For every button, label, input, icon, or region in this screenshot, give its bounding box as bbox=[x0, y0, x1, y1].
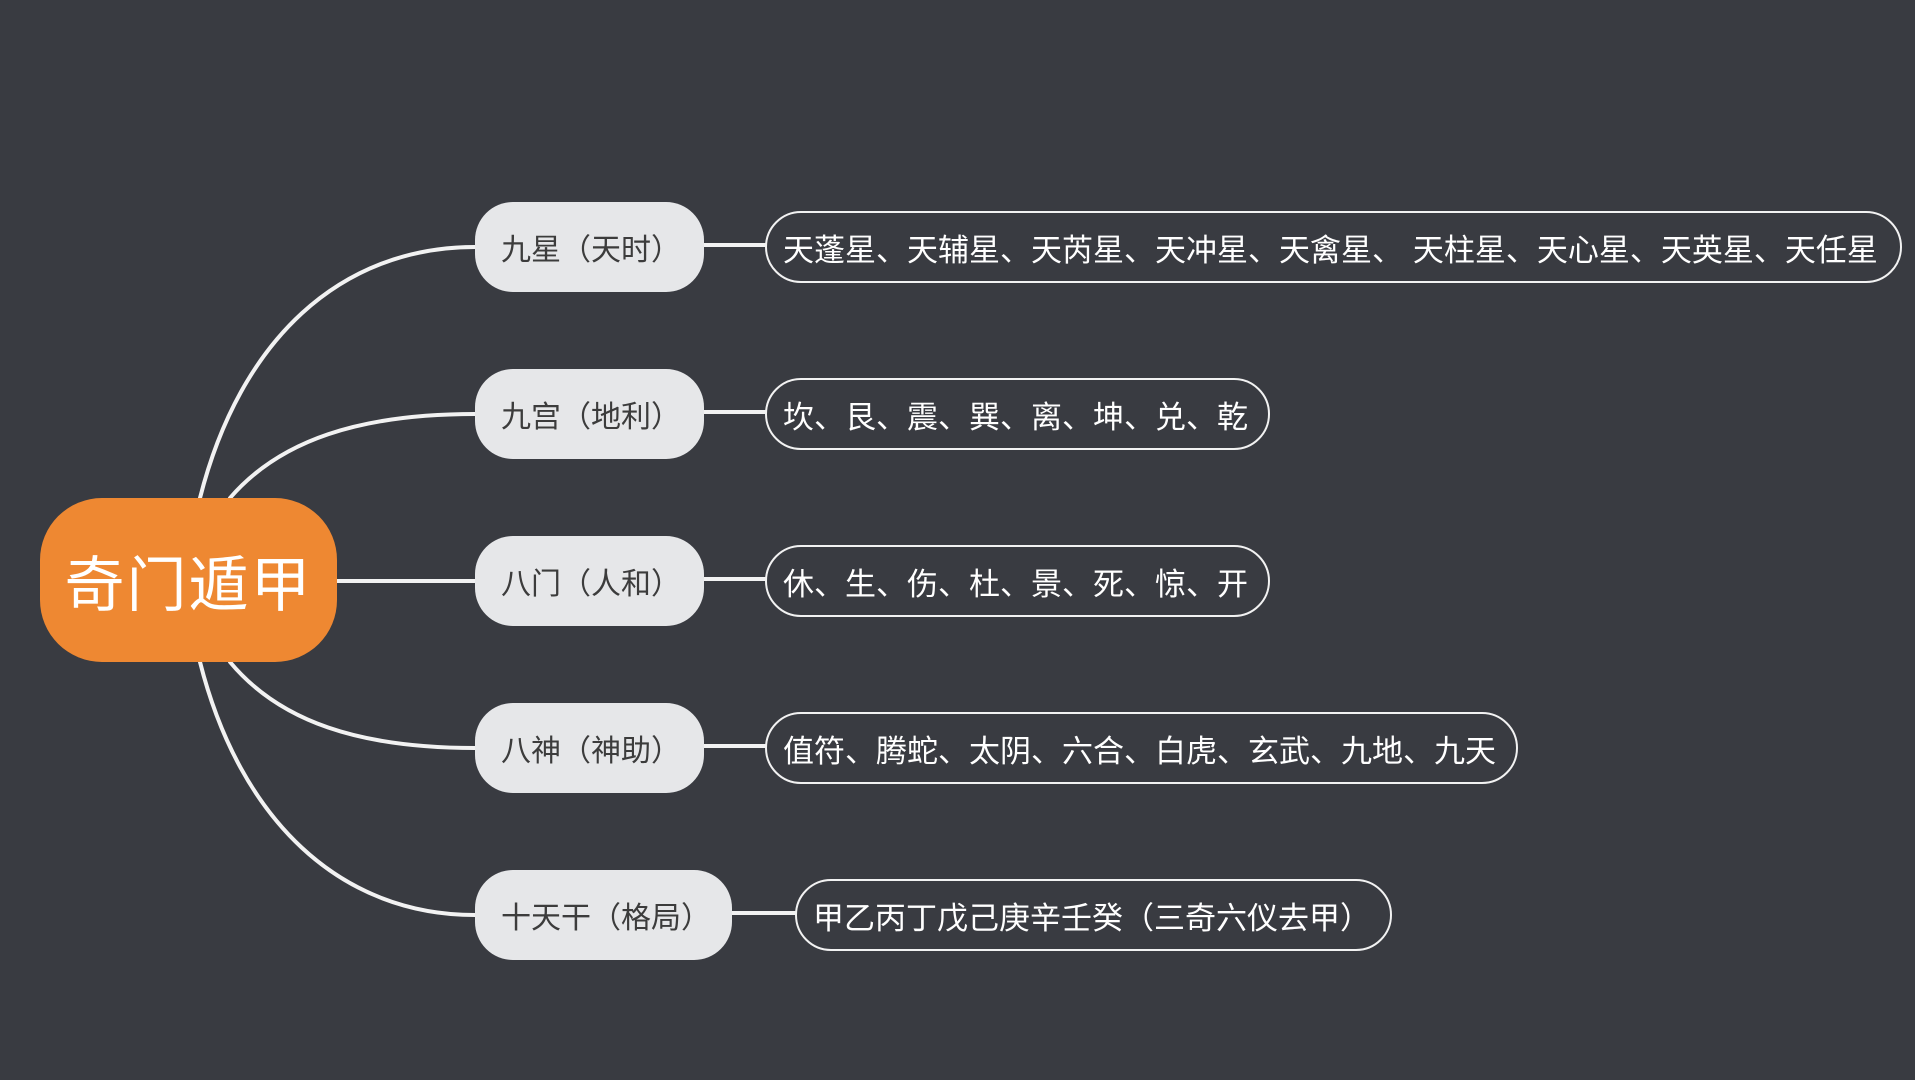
leaf-node-nine-palaces[interactable]: 坎、艮、震、巽、离、坤、兑、乾 bbox=[765, 378, 1270, 450]
branch-node-eight-gods[interactable]: 八神（神助） bbox=[475, 703, 704, 793]
connector-root-branch-4 bbox=[228, 660, 477, 750]
leaf-node-ten-stems[interactable]: 甲乙丙丁戊己庚辛壬癸（三奇六仪去甲） bbox=[795, 879, 1392, 951]
mind-map: 奇门遁甲 九星（天时） 九宫（地利） 八门（人和） 八神（神助） 十天干（格局）… bbox=[0, 0, 1915, 1080]
connector-root-branch-2 bbox=[228, 412, 477, 500]
leaf-node-eight-gates[interactable]: 休、生、伤、杜、景、死、惊、开 bbox=[765, 545, 1270, 617]
connector-root-branch-1 bbox=[198, 245, 477, 500]
branch-node-ten-stems[interactable]: 十天干（格局） bbox=[475, 870, 732, 960]
branch-node-nine-stars[interactable]: 九星（天时） bbox=[475, 202, 704, 292]
leaf-node-nine-stars[interactable]: 天蓬星、天辅星、天芮星、天冲星、天禽星、 天柱星、天心星、天英星、天任星 bbox=[765, 211, 1902, 283]
connector-root-branch-5 bbox=[198, 660, 477, 917]
branch-node-nine-palaces[interactable]: 九宫（地利） bbox=[475, 369, 704, 459]
root-node[interactable]: 奇门遁甲 bbox=[40, 498, 337, 662]
branch-node-eight-gates[interactable]: 八门（人和） bbox=[475, 536, 704, 626]
leaf-node-eight-gods[interactable]: 值符、腾蛇、太阴、六合、白虎、玄武、九地、九天 bbox=[765, 712, 1518, 784]
